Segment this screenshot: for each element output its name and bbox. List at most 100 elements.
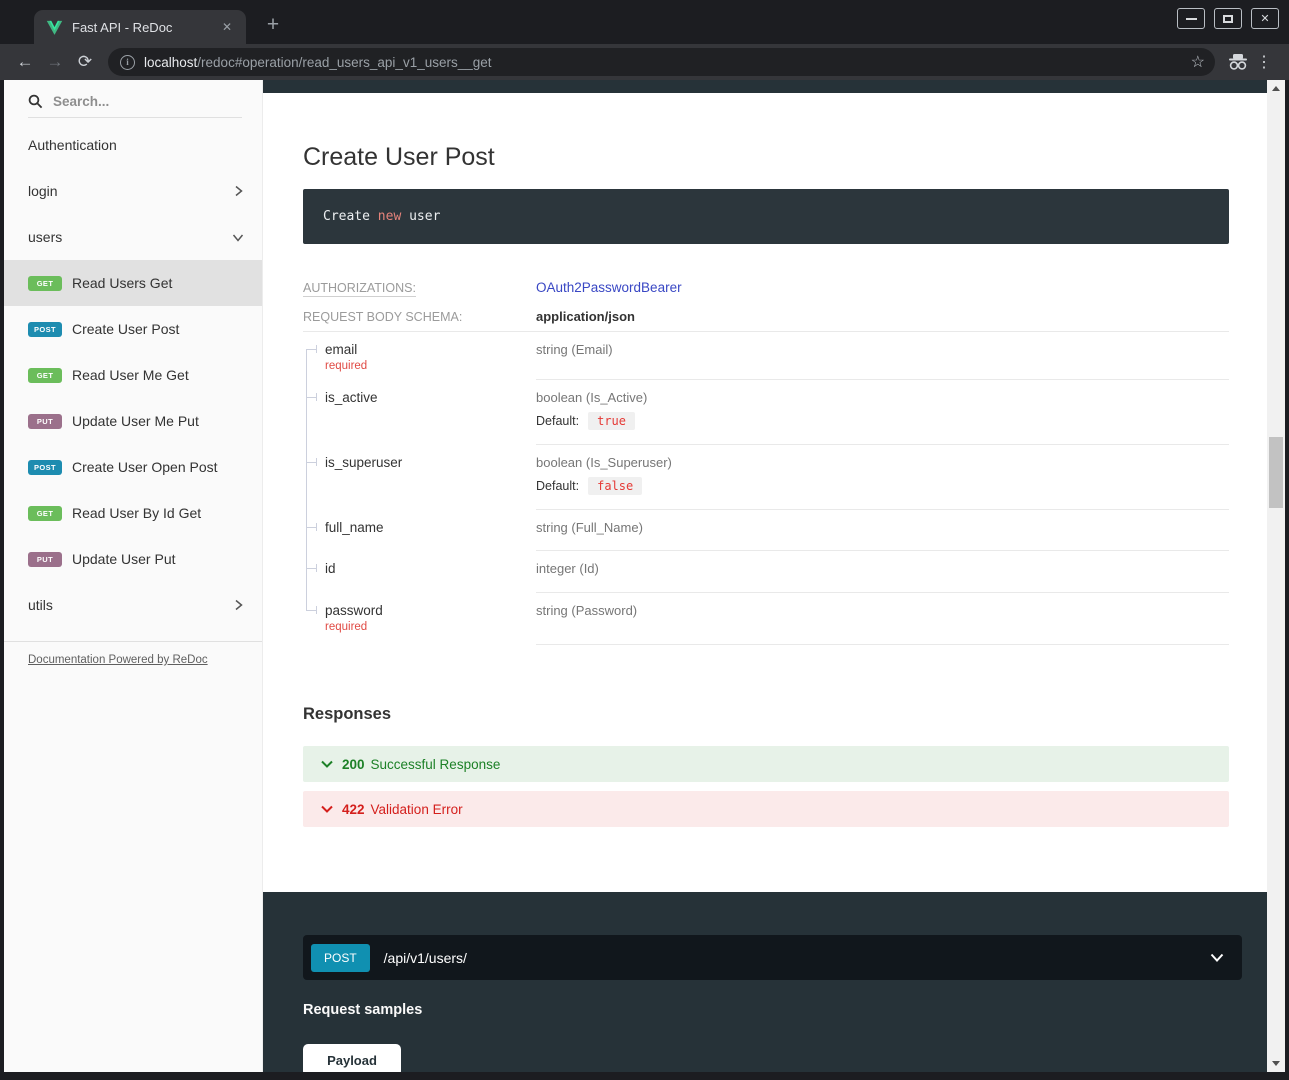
payload-tab[interactable]: Payload — [303, 1044, 401, 1072]
method-badge-get: GET — [28, 506, 62, 521]
sidebar-item-read-user-by-id-get[interactable]: GET Read User By Id Get — [4, 490, 262, 536]
tab-title: Fast API - ReDoc — [72, 20, 218, 35]
field-type: integer (Id) — [536, 561, 1229, 576]
default-value-chip: false — [588, 477, 642, 495]
request-body-schema-label: REQUEST BODY SCHEMA: — [303, 310, 536, 324]
request-body-schema-row: REQUEST BODY SCHEMA: application/json — [303, 309, 1229, 324]
sidebar: Authentication login users GET Read User… — [4, 80, 263, 1072]
menu-kebab-icon[interactable]: ⋮ — [1251, 52, 1277, 72]
response-label: Successful Response — [371, 757, 501, 772]
response-422-panel[interactable]: 422 Validation Error — [303, 791, 1229, 827]
sidebar-item-read-users-get[interactable]: GET Read Users Get — [4, 260, 262, 306]
schema-table: email required string (Email) is_active … — [303, 331, 1229, 645]
chevron-down-icon — [1210, 953, 1224, 962]
sidebar-item-users[interactable]: users — [4, 214, 262, 260]
response-label: Validation Error — [371, 802, 463, 817]
tab-close-icon[interactable]: ✕ — [218, 18, 236, 36]
sidebar-item-update-user-me-put[interactable]: PUT Update User Me Put — [4, 398, 262, 444]
method-badge-get: GET — [28, 276, 62, 291]
content-type-value: application/json — [536, 309, 635, 324]
sidebar-item-login[interactable]: login — [4, 168, 262, 214]
field-row-is-superuser: is_superuser boolean (Is_Superuser) Defa… — [303, 445, 1229, 510]
scrollbar-thumb[interactable] — [1269, 437, 1283, 508]
incognito-icon — [1225, 53, 1251, 71]
browser-window: Fast API - ReDoc ✕ + ✕ ← → ⟳ i localhost… — [0, 0, 1289, 1080]
sidebar-item-update-user-put[interactable]: PUT Update User Put — [4, 536, 262, 582]
authorizations-label: AUTHORIZATIONS: — [303, 281, 536, 295]
window-bottom-border — [0, 1072, 1289, 1080]
reload-button[interactable]: ⟳ — [70, 48, 100, 76]
previous-section-dark-strip — [263, 80, 1267, 93]
required-label: required — [325, 360, 536, 372]
default-value-chip: true — [588, 412, 635, 430]
chevron-down-icon — [321, 805, 333, 813]
method-badge-post: POST — [28, 322, 62, 337]
window-maximize-button[interactable] — [1214, 8, 1242, 29]
url-text: localhost/redoc#operation/read_users_api… — [144, 55, 1183, 70]
search-input[interactable] — [53, 94, 223, 109]
sidebar-item-utils[interactable]: utils — [4, 582, 262, 628]
field-type: boolean (Is_Superuser) — [536, 455, 1229, 470]
field-name: id — [325, 561, 536, 576]
highlighted-code-word: new — [378, 209, 401, 224]
search-divider — [28, 117, 242, 118]
field-row-email: email required string (Email) — [303, 332, 1229, 380]
url-host: localhost — [144, 55, 197, 70]
field-name: is_active — [325, 390, 536, 405]
endpoint-dropdown[interactable]: POST /api/v1/users/ — [303, 935, 1242, 980]
bookmark-star-icon[interactable]: ☆ — [1191, 52, 1205, 72]
url-bar[interactable]: i localhost/redoc#operation/read_users_a… — [108, 48, 1215, 76]
fastapi-favicon-icon — [46, 20, 63, 35]
required-label: required — [325, 621, 536, 633]
authorizations-row: AUTHORIZATIONS: OAuth2PasswordBearer — [303, 280, 1229, 295]
sidebar-item-authentication[interactable]: Authentication — [4, 122, 262, 168]
sidebar-item-create-user-post[interactable]: POST Create User Post — [4, 306, 262, 352]
response-code: 200 — [342, 757, 365, 772]
response-200-panel[interactable]: 200 Successful Response — [303, 746, 1229, 782]
scrollbar-up-arrow[interactable] — [1272, 86, 1280, 91]
chevron-down-icon — [321, 760, 333, 768]
window-minimize-button[interactable] — [1177, 8, 1205, 29]
field-row-full-name: full_name string (Full_Name) — [303, 510, 1229, 551]
page-scrollbar[interactable] — [1267, 80, 1285, 1072]
field-type: string (Password) — [536, 603, 1229, 618]
titlebar: Fast API - ReDoc ✕ + ✕ — [0, 0, 1289, 44]
window-right-border — [1285, 80, 1289, 1072]
scrollbar-down-arrow[interactable] — [1272, 1061, 1280, 1066]
request-samples-section: POST /api/v1/users/ Request samples Payl… — [263, 892, 1267, 1072]
back-button[interactable]: ← — [10, 48, 40, 76]
field-row-is-active: is_active boolean (Is_Active) Default:tr… — [303, 380, 1229, 445]
oauth2-password-bearer-link[interactable]: OAuth2PasswordBearer — [536, 280, 682, 295]
field-row-password: password required string (Password) — [303, 593, 1229, 645]
method-badge-get: GET — [28, 368, 62, 383]
browser-toolbar: ← → ⟳ i localhost/redoc#operation/read_u… — [0, 44, 1289, 80]
sidebar-item-read-user-me-get[interactable]: GET Read User Me Get — [4, 352, 262, 398]
field-name: password — [325, 603, 536, 618]
operation-section: Create User Post Create new user AUTHORI… — [263, 93, 1267, 892]
method-badge-put: PUT — [28, 552, 62, 567]
field-name: email — [325, 342, 536, 357]
responses-title: Responses — [303, 705, 1229, 724]
default-label: Default: — [536, 414, 579, 428]
search-icon — [28, 94, 43, 109]
field-type: string (Full_Name) — [536, 520, 1229, 535]
field-row-id: id integer (Id) — [303, 551, 1229, 593]
chevron-right-icon — [233, 185, 244, 197]
field-name: full_name — [325, 520, 536, 535]
site-info-icon[interactable]: i — [120, 55, 135, 70]
window-close-button[interactable]: ✕ — [1251, 8, 1279, 29]
sidebar-divider — [4, 641, 262, 642]
description-code-block: Create new user — [303, 189, 1229, 244]
field-name: is_superuser — [325, 455, 536, 470]
new-tab-button[interactable]: + — [260, 12, 286, 38]
url-path: /redoc#operation/read_users_api_v1_users… — [197, 55, 491, 70]
browser-tab[interactable]: Fast API - ReDoc ✕ — [34, 10, 246, 44]
chevron-down-icon — [232, 232, 244, 243]
powered-by-redoc-link[interactable]: Documentation Powered by ReDoc — [28, 654, 262, 666]
post-method-badge: POST — [311, 944, 370, 972]
default-label: Default: — [536, 479, 579, 493]
search-box[interactable] — [4, 88, 262, 115]
content-area: Create User Post Create new user AUTHORI… — [263, 80, 1267, 1072]
sidebar-item-create-user-open-post[interactable]: POST Create User Open Post — [4, 444, 262, 490]
forward-button[interactable]: → — [40, 48, 70, 76]
